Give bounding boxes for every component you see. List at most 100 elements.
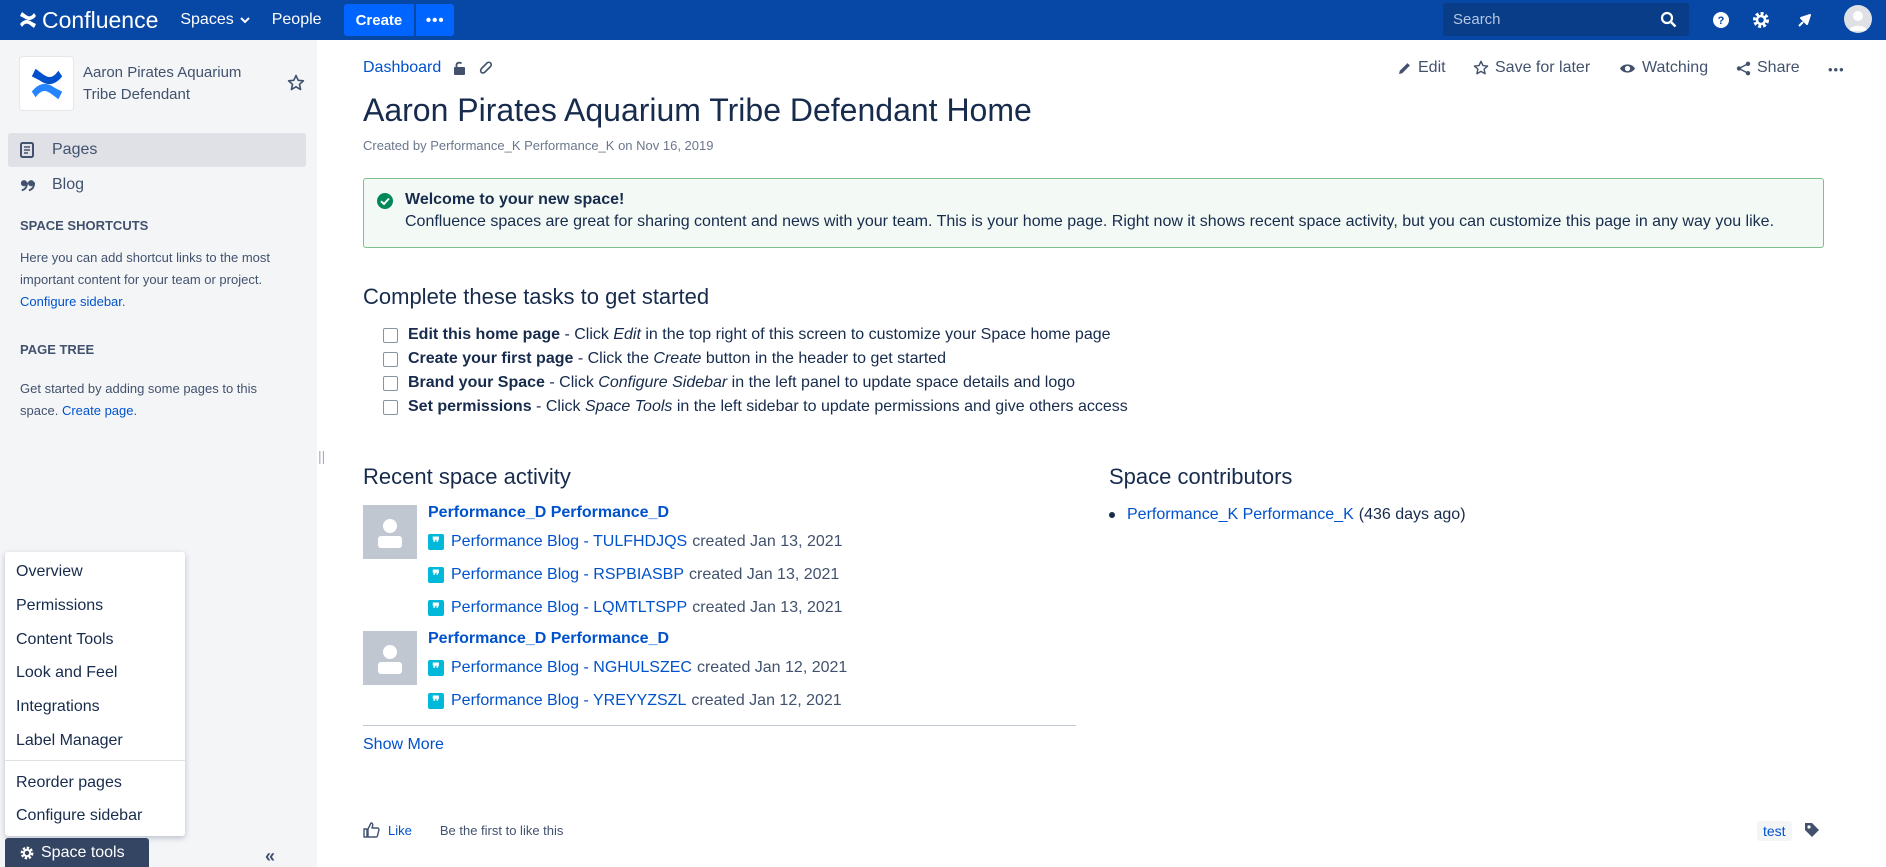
watching-label: Watching: [1642, 59, 1709, 76]
create-page-link[interactable]: Create page: [62, 403, 134, 418]
search-input[interactable]: Search: [1443, 3, 1689, 36]
top-navigation-bar: Confluence Spaces People Create ••• Sear…: [0, 0, 1886, 40]
activity-user-link[interactable]: Performance_D Performance_D: [428, 504, 669, 522]
thumbs-up-icon[interactable]: [363, 822, 380, 838]
space-tools-button[interactable]: Space tools: [5, 838, 149, 867]
user-icon: [378, 519, 402, 548]
like-button[interactable]: Like: [388, 823, 412, 838]
menu-item-overview[interactable]: Overview: [16, 563, 83, 581]
spaces-label: Spaces: [180, 11, 234, 28]
sidebar-item-pages[interactable]: Pages: [8, 133, 306, 167]
tag-icon[interactable]: [1804, 822, 1820, 838]
edit-button[interactable]: Edit: [1397, 59, 1446, 77]
attachment-icon[interactable]: [479, 60, 493, 76]
task-checkbox[interactable]: [383, 351, 398, 367]
bullet: [1109, 512, 1115, 518]
people-label: People: [271, 11, 322, 28]
brand-name: Confluence: [42, 6, 159, 33]
menu-item-configure-sidebar[interactable]: Configure sidebar: [16, 807, 142, 825]
confluence-logo[interactable]: Confluence: [18, 7, 158, 34]
confluence-logo-icon: [31, 68, 62, 99]
activity-item: ❞ Performance Blog - LQMTLTSPP created J…: [428, 599, 843, 617]
collapse-sidebar-icon[interactable]: «: [265, 846, 275, 867]
blog-post-link[interactable]: Performance Blog - LQMTLTSPP: [451, 599, 687, 617]
blog-post-link[interactable]: Performance Blog - TULFHDJQS: [451, 533, 687, 551]
share-icon: [1736, 61, 1751, 75]
contributor-link[interactable]: Performance_K Performance_K: [1127, 506, 1354, 524]
blog-post-link[interactable]: Performance Blog - NGHULSZEC: [451, 659, 692, 677]
notifications-icon[interactable]: [1794, 9, 1816, 31]
spaces-menu[interactable]: Spaces: [180, 11, 250, 29]
menu-item-label-manager[interactable]: Label Manager: [16, 732, 123, 750]
activity-meta: created Jan 12, 2021: [691, 692, 842, 709]
task-title: Create your first page: [408, 350, 574, 367]
search-placeholder: Search: [1453, 11, 1501, 28]
menu-item-content-tools[interactable]: Content Tools: [16, 631, 114, 649]
activity-item: ❞ Performance Blog - YREYYZSZL created J…: [428, 692, 842, 710]
task-text: - Click the: [573, 350, 654, 367]
people-link[interactable]: People: [272, 11, 322, 29]
task-item: Edit this home page - Click Edit in the …: [383, 326, 1111, 344]
quote-icon: [20, 178, 36, 192]
watching-button[interactable]: Watching: [1619, 59, 1708, 77]
avatar[interactable]: [363, 505, 417, 559]
breadcrumb-dashboard[interactable]: Dashboard: [363, 59, 441, 77]
activity-divider: [363, 725, 1076, 726]
save-for-later-label: Save for later: [1495, 59, 1591, 76]
shortcuts-description: Here you can add shortcut links to the m…: [20, 250, 271, 309]
more-actions-button[interactable]: •••: [1828, 62, 1845, 77]
menu-item-integrations[interactable]: Integrations: [16, 698, 100, 716]
share-label: Share: [1757, 59, 1800, 76]
star-icon[interactable]: [287, 74, 305, 92]
activity-user-link[interactable]: Performance_D Performance_D: [428, 630, 669, 648]
create-more-button[interactable]: •••: [416, 4, 455, 36]
task-emphasis: Create: [653, 350, 702, 367]
sidebar-item-label: Blog: [52, 176, 85, 193]
create-button[interactable]: Create: [343, 4, 415, 36]
gear-icon: [20, 846, 34, 859]
label-tag[interactable]: test: [1757, 821, 1792, 841]
sidebar-item-blog[interactable]: Blog: [8, 168, 306, 202]
like-bar: Like Be the first to like this: [363, 822, 563, 838]
blog-post-icon: ❞: [428, 567, 444, 583]
activity-meta: created Jan 13, 2021: [692, 533, 843, 550]
configure-sidebar-link[interactable]: Configure sidebar: [20, 294, 122, 309]
space-tools-label: Space tools: [41, 843, 125, 861]
show-more-link[interactable]: Show More: [363, 736, 444, 754]
settings-icon[interactable]: [1750, 9, 1772, 31]
task-text: button in the header to get started: [701, 350, 947, 367]
task-emphasis: Space Tools: [584, 398, 673, 415]
check-circle-icon: [377, 193, 393, 209]
task-checkbox[interactable]: [383, 375, 398, 391]
task-item: Brand your Space - Click Configure Sideb…: [383, 374, 1075, 392]
blog-post-link[interactable]: Performance Blog - YREYYZSZL: [451, 692, 686, 710]
share-button[interactable]: Share: [1736, 59, 1800, 77]
blog-post-icon: ❞: [428, 660, 444, 676]
welcome-body: Confluence spaces are great for sharing …: [405, 213, 1775, 230]
menu-item-permissions[interactable]: Permissions: [16, 597, 103, 615]
recent-activity-heading: Recent space activity: [363, 464, 571, 489]
menu-item-reorder-pages[interactable]: Reorder pages: [16, 774, 122, 792]
blog-post-link[interactable]: Performance Blog - RSPBIASBP: [451, 566, 684, 584]
user-icon: [1849, 11, 1867, 31]
task-text: in the left sidebar to update permission…: [672, 398, 1128, 415]
task-checkbox[interactable]: [383, 327, 398, 343]
save-for-later-button[interactable]: Save for later: [1473, 59, 1590, 77]
avatar[interactable]: [363, 631, 417, 685]
activity-item: ❞ Performance Blog - TULFHDJQS created J…: [428, 533, 843, 551]
task-text: - Click: [531, 398, 585, 415]
space-logo[interactable]: [20, 57, 73, 110]
profile-avatar[interactable]: [1844, 5, 1872, 33]
task-emphasis: Edit: [613, 326, 641, 343]
space-name[interactable]: Aaron Pirates Aquarium Tribe Defendant: [83, 62, 263, 106]
star-icon: [1473, 60, 1489, 75]
help-icon[interactable]: ?: [1710, 9, 1732, 31]
contributor-item: Performance_K Performance_K (436 days ag…: [1109, 506, 1466, 524]
lock-icon[interactable]: [453, 61, 467, 76]
task-checkbox[interactable]: [383, 399, 398, 415]
menu-item-look-and-feel[interactable]: Look and Feel: [16, 664, 117, 682]
sidebar-resize-handle[interactable]: ||: [318, 448, 325, 464]
space-shortcuts-heading: SPACE SHORTCUTS: [20, 218, 149, 233]
shortcuts-text: Here you can add shortcut links to the m…: [20, 250, 271, 287]
pages-icon: [20, 142, 36, 158]
